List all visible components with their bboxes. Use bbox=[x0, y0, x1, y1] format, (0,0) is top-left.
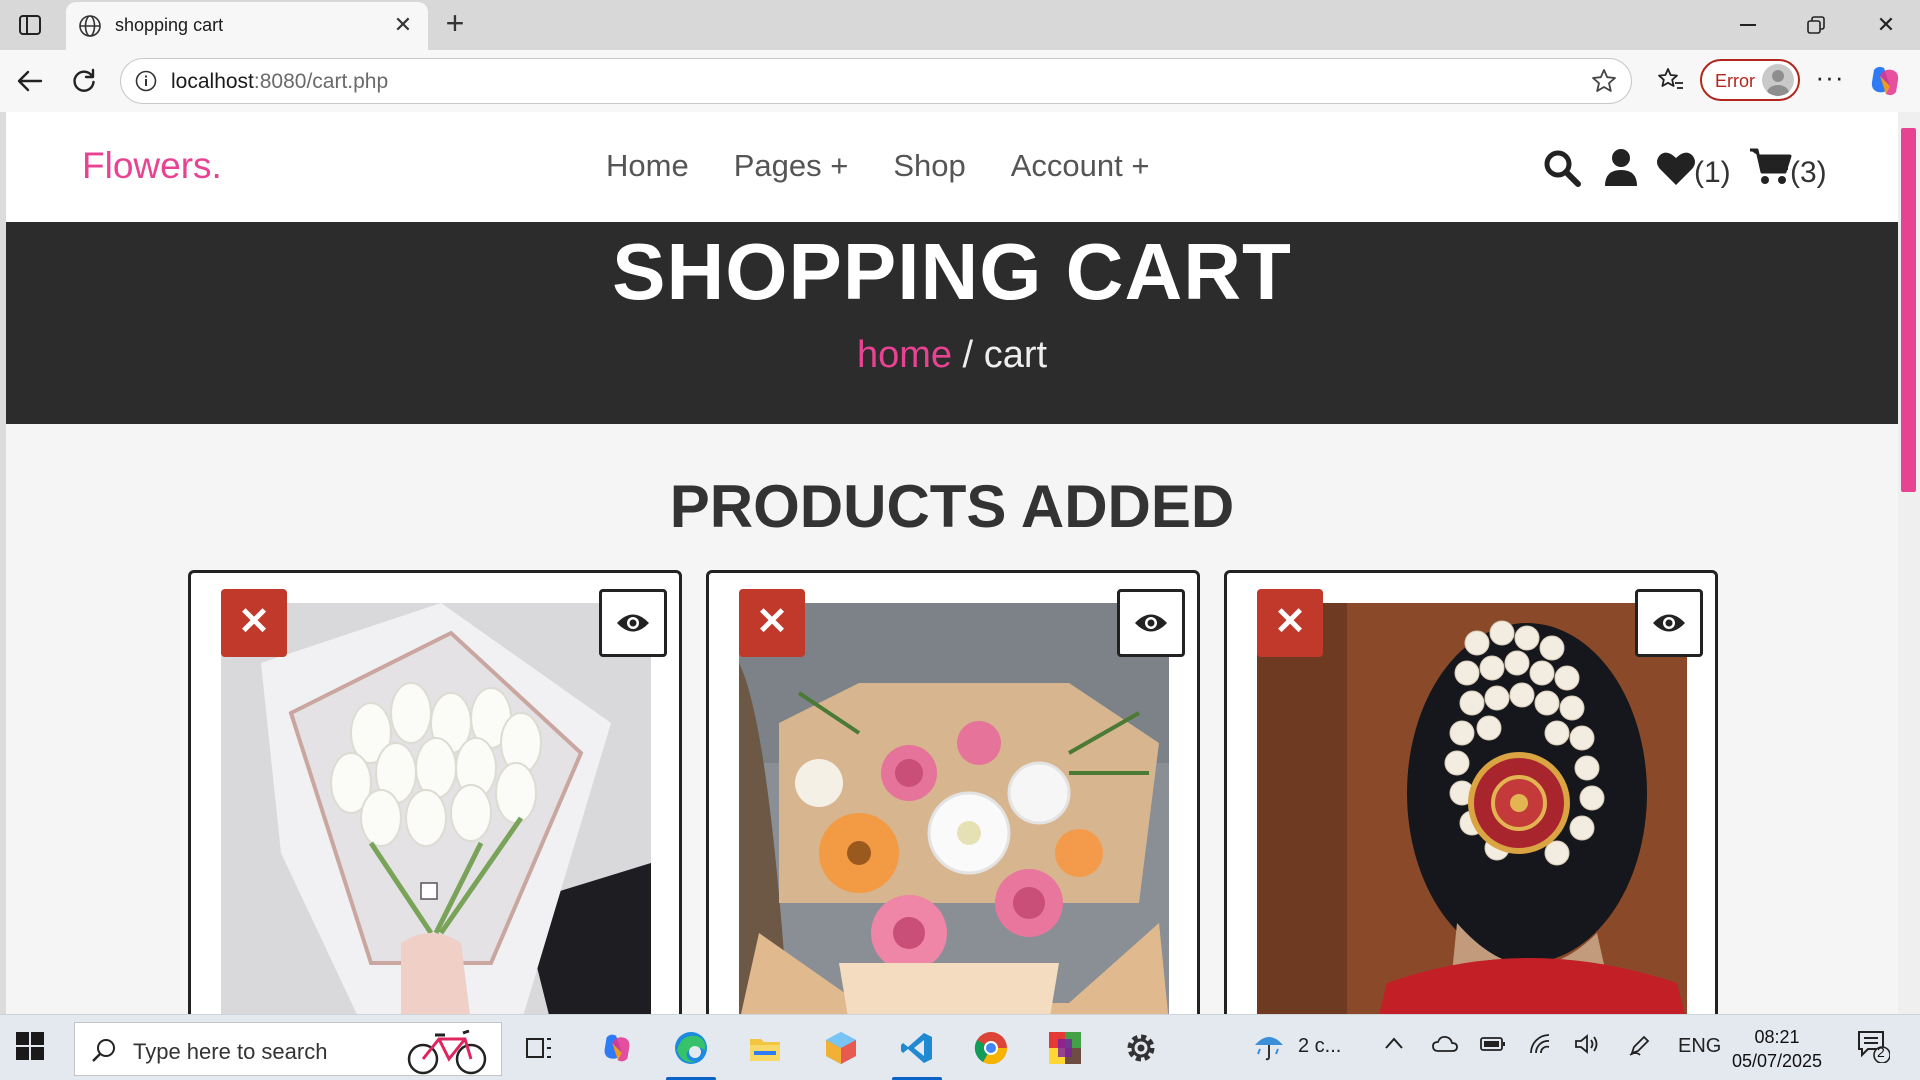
cube-app-icon[interactable] bbox=[812, 1021, 870, 1075]
taskbar-search-input[interactable]: Type here to search bbox=[74, 1022, 502, 1076]
wishlist-count: (1) bbox=[1694, 156, 1731, 189]
system-clock[interactable]: 08:21 05/07/2025 bbox=[1730, 1025, 1824, 1073]
notification-center-icon[interactable]: 2 bbox=[1856, 1029, 1891, 1069]
close-window-icon[interactable]: ✕ bbox=[1868, 8, 1904, 42]
vscode-icon[interactable] bbox=[888, 1021, 946, 1080]
remove-item-button[interactable]: ✕ bbox=[739, 589, 805, 657]
search-icon bbox=[91, 1037, 117, 1068]
settings-gear-icon[interactable] bbox=[1112, 1021, 1170, 1075]
weather-text[interactable]: 2 c... bbox=[1298, 1035, 1341, 1058]
product-image-bouquet[interactable] bbox=[739, 603, 1169, 1014]
tab-title: shopping cart bbox=[115, 15, 224, 35]
globe-icon bbox=[78, 14, 102, 43]
new-tab-icon[interactable]: + bbox=[438, 6, 472, 40]
page-scrollbar[interactable] bbox=[1898, 112, 1920, 1014]
wifi-icon[interactable] bbox=[1528, 1033, 1552, 1061]
clock-time: 08:21 bbox=[1754, 1027, 1800, 1047]
volume-icon[interactable] bbox=[1574, 1033, 1600, 1061]
breadcrumb-home[interactable]: home bbox=[857, 334, 952, 376]
product-card: ✕ bbox=[188, 570, 682, 1014]
section-title: PRODUCTS ADDED bbox=[669, 473, 1235, 540]
favorite-star-icon[interactable] bbox=[1591, 68, 1617, 99]
onedrive-cloud-icon[interactable] bbox=[1432, 1035, 1458, 1059]
cart-icon[interactable] bbox=[1748, 146, 1792, 191]
restore-icon[interactable] bbox=[1798, 8, 1834, 42]
user-icon[interactable] bbox=[1604, 148, 1638, 191]
tab-bar: shopping cart ✕ + ✕ bbox=[0, 0, 1920, 50]
clock-date: 05/07/2025 bbox=[1731, 1051, 1823, 1071]
eye-icon bbox=[617, 614, 649, 632]
product-card: ✕ bbox=[706, 570, 1200, 1014]
weather-icon[interactable] bbox=[1252, 1031, 1286, 1067]
taskbar: Type here to search 2 c... ENG 08:21 05/… bbox=[0, 1014, 1920, 1080]
heart-icon[interactable] bbox=[1656, 150, 1696, 191]
copilot-app-icon[interactable] bbox=[588, 1021, 646, 1075]
site-logo[interactable]: Flowers. bbox=[82, 145, 222, 187]
page-banner: SHOPPING CART home / cart bbox=[6, 222, 1898, 424]
search-icon[interactable] bbox=[1542, 148, 1582, 193]
pen-icon[interactable] bbox=[1628, 1033, 1652, 1063]
close-tab-icon[interactable]: ✕ bbox=[390, 12, 416, 38]
eye-icon bbox=[1653, 614, 1685, 632]
site-info-icon[interactable] bbox=[135, 70, 157, 97]
product-card: ✕ bbox=[1224, 570, 1718, 1014]
search-placeholder: Type here to search bbox=[133, 1039, 328, 1064]
task-view-icon[interactable] bbox=[510, 1021, 568, 1075]
back-icon[interactable] bbox=[12, 63, 48, 99]
remove-item-button[interactable]: ✕ bbox=[221, 589, 287, 657]
more-options-icon[interactable]: ··· bbox=[1812, 62, 1848, 98]
cart-count: (3) bbox=[1790, 156, 1827, 189]
eye-icon bbox=[1135, 614, 1167, 632]
quick-view-button[interactable] bbox=[1117, 589, 1185, 657]
quick-view-button[interactable] bbox=[599, 589, 667, 657]
avatar bbox=[1762, 64, 1794, 96]
copilot-icon[interactable] bbox=[1866, 62, 1904, 100]
product-image-hair-bun[interactable] bbox=[1257, 603, 1687, 1014]
refresh-icon[interactable] bbox=[66, 63, 102, 99]
favorites-icon[interactable] bbox=[1654, 63, 1688, 97]
bicycle-icon bbox=[405, 1025, 491, 1080]
nav-pages[interactable]: Pages + bbox=[734, 148, 849, 184]
remove-item-button[interactable]: ✕ bbox=[1257, 589, 1323, 657]
chrome-icon[interactable] bbox=[962, 1021, 1020, 1075]
windows-start-icon[interactable] bbox=[16, 1032, 44, 1065]
browser-tab[interactable]: shopping cart ✕ bbox=[66, 2, 428, 50]
breadcrumb-current: cart bbox=[983, 334, 1048, 376]
url-text: localhost:8080/cart.php bbox=[171, 70, 389, 93]
nav-shop[interactable]: Shop bbox=[893, 148, 965, 184]
profile-error-label: Error bbox=[1715, 71, 1755, 91]
minimize-icon[interactable] bbox=[1730, 8, 1766, 42]
nav-account[interactable]: Account + bbox=[1011, 148, 1150, 184]
profile-error-button[interactable]: Error bbox=[1700, 59, 1800, 101]
page-viewport: Flowers. Home Pages + Shop Account + (1)… bbox=[6, 112, 1898, 1014]
site-header: Flowers. Home Pages + Shop Account + (1)… bbox=[6, 112, 1898, 222]
main-nav: Home Pages + Shop Account + bbox=[606, 148, 1194, 184]
product-image-tulips[interactable] bbox=[221, 603, 651, 1014]
file-explorer-icon[interactable] bbox=[736, 1021, 794, 1075]
edge-browser-icon[interactable] bbox=[662, 1021, 720, 1080]
address-bar[interactable]: localhost:8080/cart.php bbox=[120, 58, 1632, 104]
breadcrumb: home / cart bbox=[6, 334, 1898, 377]
chevron-up-icon[interactable] bbox=[1384, 1033, 1404, 1056]
battery-icon bbox=[1480, 1035, 1506, 1058]
notification-count: 2 bbox=[1877, 1044, 1885, 1060]
tab-actions-icon[interactable] bbox=[14, 10, 46, 40]
page-title: SHOPPING CART bbox=[612, 227, 1292, 316]
breadcrumb-separator: / bbox=[952, 334, 984, 376]
nav-home[interactable]: Home bbox=[606, 148, 689, 184]
language-indicator[interactable]: ENG bbox=[1678, 1035, 1721, 1058]
scrollbar-thumb[interactable] bbox=[1901, 128, 1916, 492]
address-toolbar: localhost:8080/cart.php Error ··· bbox=[0, 50, 1920, 112]
color-palette-app-icon[interactable] bbox=[1036, 1021, 1094, 1075]
quick-view-button[interactable] bbox=[1635, 589, 1703, 657]
